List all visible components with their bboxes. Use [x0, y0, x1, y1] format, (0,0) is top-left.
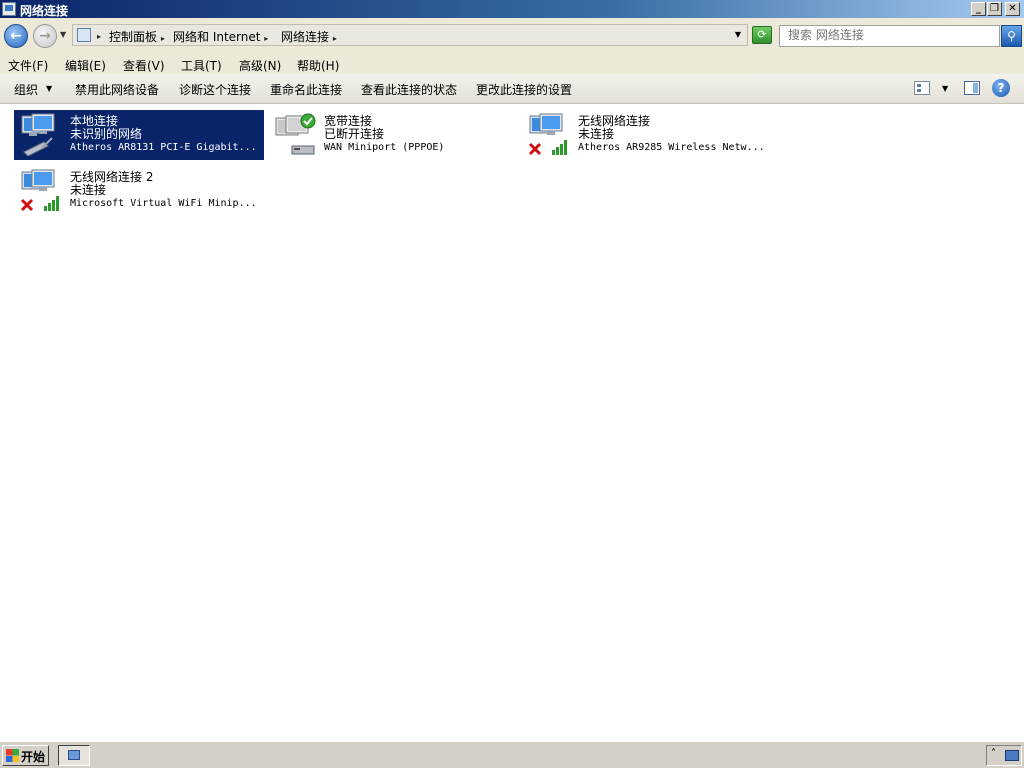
breadcrumb-control-panel[interactable]: 控制面板 ▸ — [109, 28, 165, 45]
address-dropdown-icon[interactable]: ▼ — [735, 30, 741, 39]
disable-device-button[interactable]: 禁用此网络设备 — [75, 81, 159, 98]
wireless-disconnected-icon — [528, 113, 567, 156]
forward-arrow-icon: → — [39, 28, 51, 44]
network-window-icon — [68, 750, 80, 760]
connection-status: 未连接 — [578, 127, 615, 141]
restore-button[interactable]: ❐ — [987, 2, 1002, 16]
connection-device: Atheros AR9285 Wireless Netw... — [578, 142, 765, 153]
connection-status: 未识别的网络 — [70, 127, 143, 141]
refresh-button[interactable]: ⟳ — [752, 26, 772, 44]
menu-tools[interactable]: 工具(T) — [181, 57, 222, 74]
start-label: 开始 — [21, 750, 46, 764]
search-icon[interactable]: ⚲ — [1001, 25, 1022, 47]
connection-item-broadband[interactable]: 宽带连接 已断开连接 WAN Miniport (PPPOE) — [268, 110, 518, 160]
search-box[interactable] — [779, 25, 1000, 47]
menu-advanced[interactable]: 高级(N) — [239, 57, 281, 74]
back-arrow-icon: ← — [10, 28, 22, 44]
connection-item-wireless[interactable]: 无线网络连接 未连接 Atheros AR9285 Wireless Netw.… — [522, 110, 772, 160]
forward-button[interactable]: → — [33, 24, 57, 48]
network-connections-icon — [2, 2, 16, 16]
address-bar[interactable]: ▸ 控制面板 ▸ 网络和 Internet ▸ 网络连接 ▸ ▼ — [72, 24, 748, 46]
tray-expand-icon[interactable]: ˄ — [991, 748, 996, 759]
connection-device: Atheros AR8131 PCI-E Gigabit... — [70, 142, 257, 153]
command-bar: 组织 ▼ 禁用此网络设备 诊断这个连接 重命名此连接 查看此连接的状态 更改此连… — [0, 74, 1024, 104]
connection-device: Microsoft Virtual WiFi Minip... — [70, 198, 257, 209]
change-settings-button[interactable]: 更改此连接的设置 — [476, 81, 572, 98]
menu-view[interactable]: 查看(V) — [123, 57, 165, 74]
connection-status: 已断开连接 — [324, 127, 385, 141]
menu-bar: 文件(F) 编辑(E) 查看(V) 工具(T) 高级(N) 帮助(H) — [0, 54, 1024, 74]
system-tray: ˄ — [986, 745, 1022, 766]
rename-button[interactable]: 重命名此连接 — [270, 81, 342, 98]
views-icon[interactable] — [914, 81, 930, 95]
title-bar: 网络连接 _ ❐ ✕ — [0, 0, 1024, 18]
menu-help[interactable]: 帮助(H) — [297, 57, 339, 74]
wireless-disconnected-icon — [20, 169, 59, 212]
taskbar: 开始 ˄ — [0, 741, 1024, 768]
recent-pages-dropdown[interactable]: ▼ — [60, 30, 68, 42]
wired-network-icon — [21, 113, 55, 156]
connection-item-wireless-2[interactable]: 无线网络连接 2 未连接 Microsoft Virtual WiFi Mini… — [14, 166, 264, 216]
network-tray-icon[interactable] — [1005, 750, 1019, 761]
menu-edit[interactable]: 编辑(E) — [65, 57, 106, 74]
address-bar-area: ← → ▼ ▸ 控制面板 ▸ 网络和 Internet ▸ 网络连接 ▸ ▼ ⟳… — [0, 18, 1024, 55]
broadband-connection-icon — [275, 113, 316, 155]
breadcrumb-root-caret[interactable]: ▸ — [97, 28, 101, 42]
start-button[interactable]: 开始 — [2, 745, 49, 766]
close-button[interactable]: ✕ — [1005, 2, 1020, 16]
view-status-button[interactable]: 查看此连接的状态 — [361, 81, 457, 98]
search-input[interactable] — [788, 28, 988, 42]
control-panel-icon — [77, 28, 91, 42]
help-icon[interactable]: ? — [992, 79, 1010, 97]
menu-file[interactable]: 文件(F) — [8, 57, 48, 74]
connection-status: 未连接 — [70, 183, 107, 197]
window-title: 网络连接 — [20, 4, 69, 18]
connection-item-local[interactable]: 本地连接 未识别的网络 Atheros AR8131 PCI-E Gigabit… — [14, 110, 264, 160]
organize-dropdown-icon[interactable]: ▼ — [46, 84, 52, 93]
diagnose-button[interactable]: 诊断这个连接 — [179, 81, 251, 98]
breadcrumb-network-connections[interactable]: 网络连接 ▸ — [281, 28, 337, 45]
windows-logo-icon — [6, 749, 19, 762]
organize-button[interactable]: 组织 — [14, 81, 38, 98]
preview-pane-icon[interactable] — [964, 81, 980, 95]
back-button[interactable]: ← — [4, 24, 28, 48]
connection-device: WAN Miniport (PPPOE) — [324, 142, 445, 153]
breadcrumb-network-internet[interactable]: 网络和 Internet ▸ — [173, 28, 268, 45]
views-dropdown-icon[interactable]: ▼ — [942, 84, 948, 93]
taskbar-window-network-connections[interactable] — [58, 745, 90, 766]
minimize-button[interactable]: _ — [971, 2, 986, 16]
